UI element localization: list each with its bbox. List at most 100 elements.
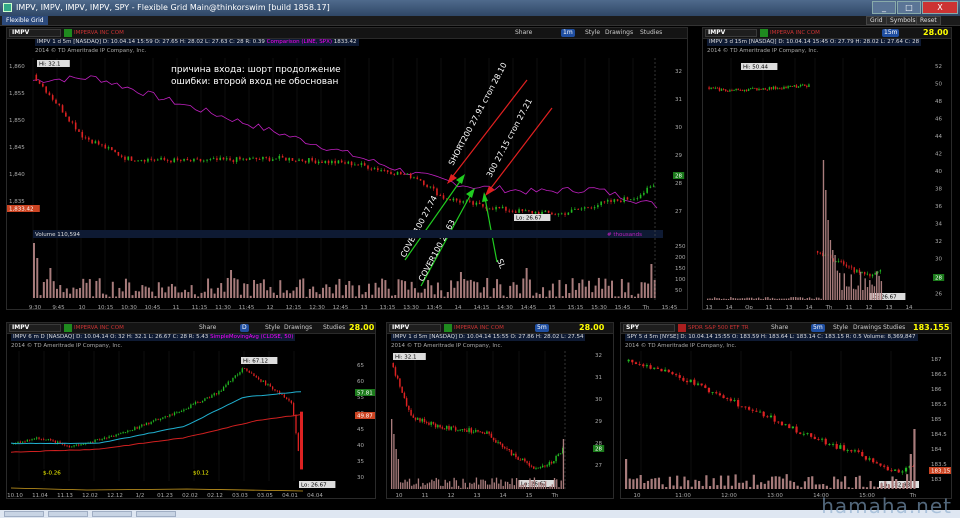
volume-bar bbox=[727, 298, 730, 300]
candle-body bbox=[173, 412, 176, 415]
grid-button[interactable]: Grid bbox=[866, 16, 887, 25]
candle-body bbox=[795, 85, 798, 88]
symbols-button[interactable]: Symbols bbox=[886, 16, 920, 25]
candle-body bbox=[291, 158, 294, 161]
candle-body bbox=[213, 393, 215, 396]
volume-bar bbox=[157, 282, 160, 298]
volume-bar bbox=[75, 289, 78, 298]
volume-bar bbox=[727, 475, 730, 489]
volume-bar bbox=[446, 482, 449, 489]
candle-body bbox=[835, 443, 838, 449]
br-chart-canvas[interactable]: Lo: 182.93187186.5186185.5185184.5184183… bbox=[621, 323, 952, 499]
candle-body bbox=[107, 147, 110, 149]
volume-bar bbox=[730, 485, 734, 489]
volume-bar bbox=[661, 484, 664, 489]
taskbar-item[interactable] bbox=[48, 511, 88, 517]
bm-chart-canvas[interactable]: Hi: 32.1Lo: 26.6732313029282728101112131… bbox=[387, 323, 614, 499]
volume-bar bbox=[180, 292, 183, 298]
candle-body bbox=[772, 86, 775, 89]
left-scale-label: 1,850 bbox=[9, 118, 25, 124]
volume-bar bbox=[390, 295, 393, 298]
volume-bar bbox=[808, 297, 811, 300]
candle-body bbox=[439, 425, 441, 428]
candle-body bbox=[417, 418, 419, 420]
time-axis-label: 11 bbox=[422, 493, 429, 499]
volume-bar bbox=[471, 483, 473, 489]
bl-chart-canvas[interactable]: Hi: 67.12Lo: 26.67$-0.26$0.1265605550454… bbox=[7, 323, 376, 499]
volume-bar bbox=[822, 483, 825, 489]
volume-scale-label: 100 bbox=[675, 277, 686, 283]
tr-chart-canvas[interactable]: Hi: 50.44Lo: 26.675250484644424038363432… bbox=[703, 28, 952, 310]
time-axis-label: 15:45 bbox=[662, 305, 678, 310]
time-axis-label: 04.04 bbox=[307, 493, 323, 499]
volume-bar bbox=[404, 479, 406, 489]
candle-body bbox=[92, 441, 94, 443]
low-label: Lo: 26.67 bbox=[301, 483, 327, 489]
candle-body bbox=[685, 380, 689, 383]
volume-bar bbox=[732, 297, 734, 300]
minimize-button[interactable]: _ bbox=[872, 1, 896, 14]
candle-body bbox=[209, 159, 212, 160]
candle-body bbox=[337, 160, 340, 164]
candle-body bbox=[31, 439, 33, 441]
volume-bar bbox=[42, 282, 45, 298]
candle-body bbox=[111, 147, 113, 150]
volume-bar bbox=[473, 482, 475, 489]
candle-body bbox=[324, 160, 327, 163]
volume-bar bbox=[851, 487, 854, 489]
flexible-grid-tab[interactable]: Flexible Grid bbox=[2, 16, 48, 25]
volume-bar bbox=[558, 487, 560, 489]
close-button[interactable]: X bbox=[922, 1, 958, 14]
maximize-button[interactable]: □ bbox=[897, 1, 921, 14]
candle-body bbox=[837, 260, 840, 262]
candle-body bbox=[229, 158, 231, 161]
volume-bar bbox=[548, 290, 551, 298]
taskbar-item[interactable] bbox=[4, 511, 44, 517]
taskbar-item[interactable] bbox=[92, 511, 132, 517]
volume-bar bbox=[778, 476, 781, 489]
volume-bar bbox=[855, 289, 857, 300]
candle-body bbox=[437, 425, 439, 428]
volume-bar bbox=[792, 482, 796, 489]
volume-bar bbox=[869, 280, 871, 300]
time-axis-label: 12:30 bbox=[309, 305, 325, 310]
candle-body bbox=[501, 206, 504, 209]
volume-bar bbox=[913, 429, 916, 489]
volume-bar bbox=[657, 477, 661, 489]
volume-bar bbox=[776, 298, 778, 300]
candle-body bbox=[550, 462, 553, 464]
candle-body bbox=[246, 368, 248, 371]
volume-bar bbox=[650, 478, 653, 489]
candle-body bbox=[136, 427, 138, 429]
main-chart-canvas[interactable]: Hi: 32.1 Lo: 26.67 причина входа: шорт про… bbox=[7, 28, 688, 310]
volume-bar bbox=[515, 284, 518, 298]
taskbar-item[interactable] bbox=[136, 511, 176, 517]
candle-body bbox=[399, 378, 401, 387]
volume-bar bbox=[69, 293, 72, 298]
time-axis-label: 15:15 bbox=[568, 305, 584, 310]
volume-bar bbox=[220, 283, 223, 298]
reset-button[interactable]: Reset bbox=[916, 16, 941, 25]
candle-body bbox=[134, 427, 136, 431]
time-axis-label: 10:45 bbox=[145, 305, 161, 310]
volume-bar bbox=[597, 277, 600, 298]
candle-body bbox=[846, 450, 849, 451]
time-axis-label: 14:45 bbox=[521, 305, 537, 310]
candle-body bbox=[216, 158, 218, 161]
candle-body bbox=[43, 439, 45, 440]
candle-body bbox=[606, 200, 609, 202]
candle-body bbox=[808, 84, 810, 88]
candle-body bbox=[232, 377, 234, 382]
candle-body bbox=[425, 422, 428, 423]
candle-body bbox=[412, 415, 415, 418]
candle-body bbox=[824, 438, 827, 445]
candle-body bbox=[901, 471, 904, 473]
volume-bar bbox=[797, 297, 799, 300]
candle-body bbox=[497, 441, 499, 443]
volume-bar bbox=[634, 296, 636, 298]
candle-body bbox=[756, 88, 758, 91]
candle-body bbox=[773, 415, 776, 422]
volume-bar bbox=[351, 285, 354, 298]
volume-bar bbox=[193, 294, 196, 298]
candle-body bbox=[160, 157, 162, 160]
